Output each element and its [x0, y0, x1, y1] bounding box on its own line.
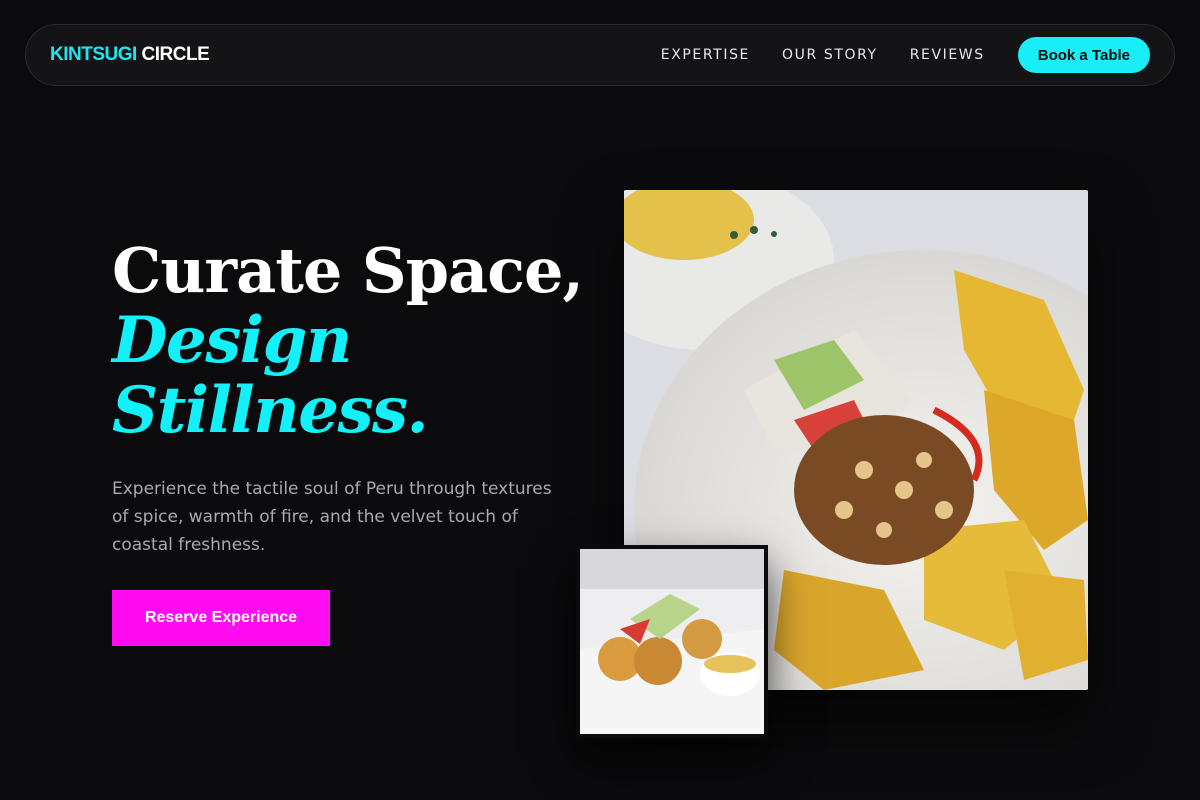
navbar: KINTSUGI CIRCLE EXPERTISE OUR STORY REVI… — [25, 24, 1175, 86]
hero-title-line3: Stillness. — [112, 373, 429, 448]
hero-title-line1: Curate Space, — [112, 234, 584, 307]
brand-logo[interactable]: KINTSUGI CIRCLE — [50, 44, 210, 66]
hero-title-line2: Design — [112, 303, 352, 378]
nav-link-reviews[interactable]: REVIEWS — [910, 47, 985, 63]
logo-accent-text: KINTSUGI — [50, 44, 137, 65]
nav-menu: EXPERTISE OUR STORY REVIEWS Book a Table — [661, 37, 1150, 73]
appetizer-photo — [576, 545, 768, 738]
hero-description: Experience the tactile soul of Peru thro… — [112, 479, 552, 555]
logo-rest-text: CIRCLE — [136, 44, 210, 65]
book-table-button[interactable]: Book a Table — [1017, 37, 1150, 73]
nav-link-expertise[interactable]: EXPERTISE — [661, 47, 750, 63]
reserve-experience-button[interactable]: Reserve Experience — [112, 590, 330, 646]
hero-title: Curate Space, Design Stillness. — [112, 236, 592, 446]
nav-link-our-story[interactable]: OUR STORY — [782, 47, 878, 63]
